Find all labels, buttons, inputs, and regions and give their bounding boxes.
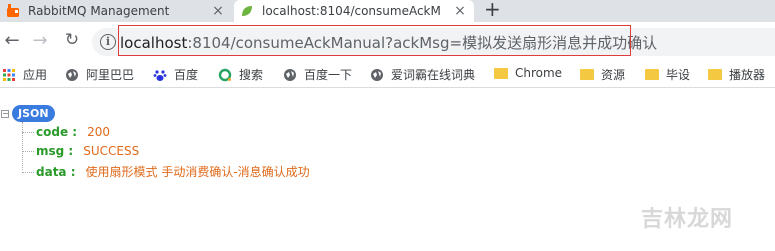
leaf-icon bbox=[242, 6, 252, 16]
folder-icon bbox=[494, 67, 508, 79]
tree-connector bbox=[22, 151, 34, 152]
bookmark-label: Chrome bbox=[515, 66, 563, 80]
json-row-data: data : 使用扇形模式 手动消费确认-消息确认成功 bbox=[22, 163, 310, 180]
bookmark-apps[interactable]: 应用 bbox=[2, 66, 47, 83]
bookmark-folder-resources[interactable]: 资源 bbox=[580, 66, 625, 83]
globe-icon bbox=[66, 68, 78, 81]
bookmark-iciba[interactable]: 爱词霸在线词典 bbox=[370, 66, 475, 83]
tab-title: localhost:8104/consumeAckM bbox=[262, 4, 441, 18]
close-tab-icon[interactable]: × bbox=[452, 3, 468, 19]
apps-grid-icon bbox=[3, 68, 15, 81]
search-ring-icon bbox=[218, 68, 232, 81]
watermark-text: 吉林龙网 bbox=[641, 207, 734, 232]
bookmark-baidu-yixia[interactable]: 百度一下 bbox=[283, 66, 352, 83]
tab-localhost[interactable]: localhost:8104/consumeAckM × bbox=[234, 0, 474, 22]
folder-icon bbox=[645, 69, 659, 80]
bookmark-search[interactable]: 搜索 bbox=[218, 66, 263, 83]
folder-icon bbox=[708, 69, 722, 80]
bookmark-label: 毕设 bbox=[666, 68, 691, 82]
bookmark-label: 阿里巴巴 bbox=[86, 68, 135, 82]
json-value: 200 bbox=[87, 125, 110, 139]
new-tab-button[interactable]: + bbox=[484, 0, 501, 21]
json-key: code : bbox=[36, 125, 78, 139]
bookmark-label: 百度一下 bbox=[304, 68, 353, 82]
json-value: 使用扇形模式 手动消费确认-消息确认成功 bbox=[85, 165, 310, 179]
bookmark-label: 百度 bbox=[174, 68, 199, 82]
bookmark-label: 爱词霸在线词典 bbox=[391, 68, 476, 82]
bookmark-label: 搜索 bbox=[239, 68, 264, 82]
json-row-msg: msg : SUCCESS bbox=[22, 144, 139, 158]
tab-strip: RabbitMQ Management × localhost:8104/con… bbox=[0, 0, 775, 22]
bookmarks-bar: 应用 阿里巴巴 百度 搜索 百度一下 爱词霸在线词典 Chrome 资源 毕设 … bbox=[0, 60, 775, 88]
bookmark-folder-player[interactable]: 播放器 bbox=[708, 66, 765, 83]
baidu-paw-icon bbox=[153, 69, 167, 81]
tab-rabbitmq[interactable]: RabbitMQ Management × bbox=[0, 0, 232, 22]
globe-icon bbox=[284, 68, 296, 81]
json-key: msg : bbox=[36, 144, 74, 158]
bookmark-label: 资源 bbox=[601, 68, 626, 82]
json-badge[interactable]: JSON bbox=[12, 105, 55, 122]
folder-icon bbox=[580, 69, 594, 80]
bookmark-label: 应用 bbox=[23, 68, 48, 82]
highlight-box bbox=[118, 25, 631, 56]
globe-icon bbox=[371, 68, 383, 81]
bookmark-baidu[interactable]: 百度 bbox=[153, 66, 198, 83]
bookmark-alibaba[interactable]: 阿里巴巴 bbox=[65, 66, 134, 83]
back-button[interactable]: ← bbox=[2, 30, 22, 51]
json-row-code: code : 200 bbox=[22, 125, 110, 139]
info-icon[interactable]: i bbox=[100, 34, 116, 50]
bookmark-label: 播放器 bbox=[729, 68, 766, 82]
bookmark-folder-graduation[interactable]: 毕设 bbox=[645, 66, 690, 83]
reload-button[interactable]: ↻ bbox=[62, 30, 82, 50]
json-value: SUCCESS bbox=[83, 144, 140, 158]
json-key: data : bbox=[36, 165, 76, 179]
rabbitmq-icon bbox=[7, 4, 19, 17]
collapse-toggle[interactable]: − bbox=[1, 110, 9, 118]
tree-connector bbox=[22, 132, 34, 133]
tree-connector bbox=[22, 172, 34, 173]
close-tab-icon[interactable]: × bbox=[210, 3, 226, 19]
bookmark-folder-chrome[interactable]: Chrome bbox=[494, 66, 562, 80]
forward-button[interactable]: → bbox=[30, 30, 50, 51]
tab-title: RabbitMQ Management bbox=[28, 4, 170, 18]
